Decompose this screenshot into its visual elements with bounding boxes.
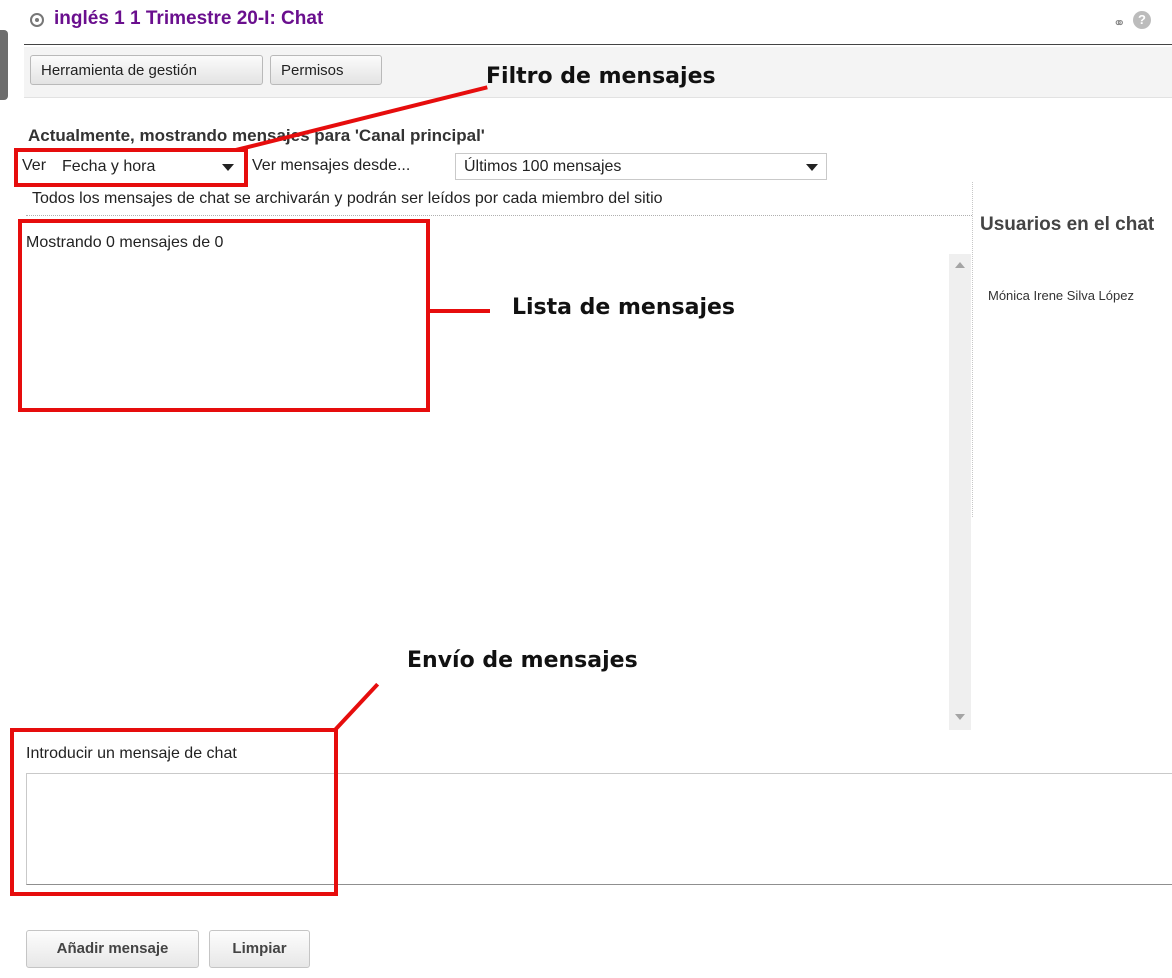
link-icon[interactable]: ⚭ xyxy=(1113,14,1126,32)
message-range-select[interactable]: Últimos 100 mensajes xyxy=(455,153,827,180)
archive-note: Todos los mensajes de chat se archivarán… xyxy=(32,190,663,207)
permissions-button[interactable]: Permisos xyxy=(270,55,382,85)
scroll-up-icon[interactable] xyxy=(955,262,965,268)
chevron-down-icon xyxy=(806,164,818,171)
clear-button[interactable]: Limpiar xyxy=(209,930,310,968)
add-message-button[interactable]: Añadir mensaje xyxy=(26,930,199,968)
message-range-value: Últimos 100 mensajes xyxy=(464,158,622,175)
users-divider xyxy=(972,182,973,517)
compose-highlight-box xyxy=(10,728,338,896)
messages-scrollbar[interactable] xyxy=(949,254,971,730)
list-highlight-box xyxy=(18,219,430,412)
side-panel-toggle[interactable] xyxy=(0,30,8,100)
filter-highlight-box xyxy=(14,148,248,187)
tool-icon xyxy=(30,13,44,27)
compose-pointer-line xyxy=(332,682,380,733)
list-annotation: Lista de mensajes xyxy=(512,295,736,320)
scroll-down-icon[interactable] xyxy=(955,714,965,720)
user-list-item: Mónica Irene Silva López xyxy=(988,288,1134,303)
page-title: inglés 1 1 Trimestre 20-I: Chat xyxy=(54,8,324,29)
filter-annotation: Filtro de mensajes xyxy=(486,64,716,89)
title-divider xyxy=(24,44,1172,45)
divider xyxy=(26,215,972,216)
since-label: Ver mensajes desde... xyxy=(252,157,411,174)
management-tool-button[interactable]: Herramienta de gestión xyxy=(30,55,263,85)
compose-annotation: Envío de mensajes xyxy=(407,648,638,673)
help-icon[interactable]: ? xyxy=(1133,11,1151,29)
users-panel-title: Usuarios en el chat xyxy=(980,214,1155,235)
list-pointer-line xyxy=(430,309,490,313)
